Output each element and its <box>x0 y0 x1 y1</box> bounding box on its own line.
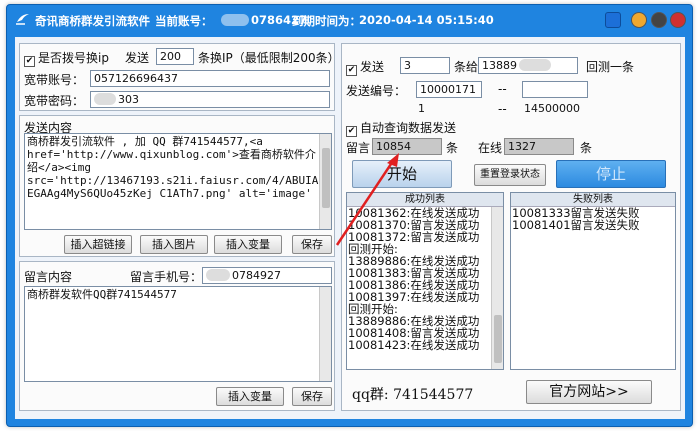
send-number-label: 发送编号： <box>346 84 407 98</box>
fail-list[interactable]: 失败列表 10081333留言发送失败 10081401留言发送失败 <box>510 192 676 370</box>
message-phone-input[interactable]: 0784927 <box>202 267 332 284</box>
switch-count-input[interactable]: 200 <box>156 48 194 65</box>
echo-phone-redacted <box>519 59 551 71</box>
send-check-icon: ✔ <box>346 65 357 76</box>
expire-label: 到期时间为： <box>292 14 361 28</box>
send-content-scrollbar[interactable] <box>319 134 331 229</box>
range-dash: -- <box>498 102 507 116</box>
success-list-item[interactable]: 10081423:在线发送成功 <box>347 339 503 351</box>
send-number-from-input[interactable]: 10000171 <box>416 81 482 98</box>
qq-group-text: qq群: 741544577 <box>352 387 474 403</box>
send-content-panel: 发送内容 商桥群发引流软件 , 加 QQ 群741544577,<a href=… <box>19 115 335 257</box>
broadband-password-input[interactable]: 303 <box>90 91 330 108</box>
online-unit: 条 <box>580 141 593 155</box>
redial-check-icon: ✔ <box>24 56 35 67</box>
send-content-line: href='http://www.qixunblog.com'>查看商桥软件介 <box>27 148 316 161</box>
insert-variable-button[interactable]: 插入变量 <box>214 235 282 254</box>
main-area: ✔ 是否拨号换ip 发送 200 条换IP（最低限制200条） 宽带账号： 057… <box>15 37 685 419</box>
official-site-button[interactable]: 官方网站>> <box>526 380 652 404</box>
minimize-icon[interactable] <box>631 12 647 28</box>
range-to: 14500000 <box>524 102 580 115</box>
annotation-arrow-icon <box>335 153 399 246</box>
stop-button[interactable]: 停止 <box>556 160 666 188</box>
send-content-line: src='http://13467193.s21i.faiusr.com/4/A… <box>27 174 329 187</box>
message-content-line: 商桥群发软件QQ群741544577 <box>27 288 177 301</box>
success-list-scrollbar[interactable] <box>491 207 503 369</box>
password-redacted <box>94 93 116 105</box>
send-content-line: 商桥群发引流软件 , 加 QQ 群741544577,<a <box>27 135 263 148</box>
send-label: 发送 <box>125 51 150 65</box>
online-count-label: 在线 <box>478 141 503 155</box>
phone-redacted <box>206 269 230 281</box>
switch-ip-label: 条换IP（最低限制200条） <box>198 51 340 65</box>
broadband-panel: ✔ 是否拨号换ip 发送 200 条换IP（最低限制200条） 宽带账号： 057… <box>19 43 340 111</box>
skin-icon[interactable] <box>605 12 621 28</box>
send-number-to-input[interactable] <box>522 81 588 98</box>
expire-value: 2020-04-14 05:15:40 <box>359 13 494 27</box>
fail-list-header: 失败列表 <box>511 193 675 207</box>
reset-login-button[interactable]: 重置登录状态 <box>474 164 546 186</box>
echo-label: 回测一条 <box>586 60 635 74</box>
auto-query-checkbox[interactable]: ✔ 自动查询数据发送 <box>346 119 456 137</box>
send-number-dash: -- <box>498 82 507 96</box>
account-label: 当前账号： <box>155 14 213 28</box>
insert-variable-message-button[interactable]: 插入变量 <box>216 387 284 406</box>
account-redacted <box>221 14 249 26</box>
message-panel: 留言内容 留言手机号： 0784927 商桥群发软件QQ群741544577 插… <box>19 261 335 411</box>
save-message-button[interactable]: 保存 <box>292 387 332 406</box>
echo-phone-input[interactable]: 13889 <box>478 57 578 74</box>
message-content-textarea[interactable]: 商桥群发软件QQ群741544577 <box>24 286 332 382</box>
save-content-button[interactable]: 保存 <box>292 235 332 254</box>
send-count-input[interactable]: 3 <box>400 57 450 74</box>
online-count-input: 1327 <box>504 138 574 155</box>
title-bar: 奇讯商桥群发引流软件 当前账号： 0786427 到期时间为： 2020-04-… <box>7 5 692 35</box>
broadband-account-label: 宽带账号： <box>24 73 85 87</box>
broadband-password-label: 宽带密码： <box>24 94 85 108</box>
auto-query-check-icon: ✔ <box>346 126 357 137</box>
broadband-account-input[interactable]: 057126696437 <box>90 70 330 87</box>
message-phone-label: 留言手机号： <box>130 270 203 284</box>
app-logo-icon <box>16 14 29 25</box>
send-content-line: 绍</a><img <box>27 161 91 174</box>
app-title: 奇讯商桥群发引流软件 <box>35 14 150 28</box>
send-checkbox[interactable]: ✔ 发送 <box>346 58 384 76</box>
fail-rows: 10081333留言发送失败 10081401留言发送失败 <box>511 207 675 231</box>
message-unit: 条 <box>446 141 459 155</box>
settings-icon[interactable] <box>651 12 667 28</box>
app-window: 奇讯商桥群发引流软件 当前账号： 0786427 到期时间为： 2020-04-… <box>6 4 693 427</box>
insert-image-button[interactable]: 插入图片 <box>140 235 208 254</box>
message-scrollbar[interactable] <box>319 287 331 381</box>
insert-link-button[interactable]: 插入超链接 <box>64 235 132 254</box>
redial-checkbox[interactable]: ✔ 是否拨号换ip <box>24 49 109 67</box>
range-from: 1 <box>418 102 425 115</box>
send-to-label: 条给 <box>454 60 479 74</box>
send-content-textarea[interactable]: 商桥群发引流软件 , 加 QQ 群741544577,<a href='http… <box>24 133 332 230</box>
message-label: 留言内容 <box>24 270 73 284</box>
close-icon[interactable] <box>670 12 686 28</box>
fail-list-item[interactable]: 10081401留言发送失败 <box>511 219 675 231</box>
send-content-line: EGAAg4MyS6QUo45zKej C1ATh7.png' alt='ima… <box>27 187 329 200</box>
